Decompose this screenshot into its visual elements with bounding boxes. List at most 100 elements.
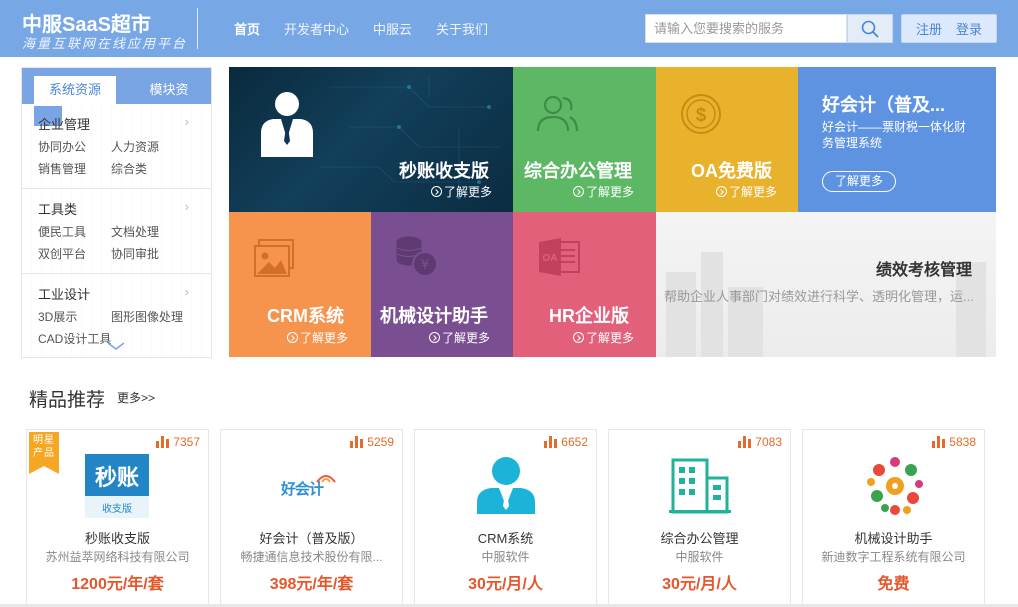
sidebar-link[interactable]: 人力资源 bbox=[111, 138, 159, 155]
product-price: 1200元/年/套 bbox=[71, 576, 164, 593]
count-value: 5259 bbox=[367, 435, 394, 449]
tile-miaozhang[interactable]: 秒账收支版 了解更多 bbox=[229, 67, 513, 212]
learn-more-label: 了解更多 bbox=[442, 331, 491, 345]
sidebar-link[interactable]: 文档处理 bbox=[111, 223, 159, 240]
sidebar-link[interactable]: 图形图像处理 bbox=[111, 308, 183, 325]
learn-more-button[interactable]: 了解更多 bbox=[822, 171, 896, 192]
businessman-icon bbox=[261, 92, 313, 157]
sidebar-link[interactable]: 3D展示 bbox=[38, 308, 77, 325]
more-link[interactable]: 更多>> bbox=[117, 389, 155, 406]
users-icon bbox=[536, 95, 579, 132]
learn-more-link[interactable]: 了解更多 bbox=[573, 183, 634, 200]
tile-oa-free[interactable]: $ OA免费版 了解更多 bbox=[656, 67, 798, 212]
tile-performance[interactable]: 绩效考核管理 帮助企业人事部门对绩效进行科学、透明化管理，运... bbox=[656, 212, 996, 357]
bar-chart-icon bbox=[738, 436, 752, 448]
arrow-circle-icon bbox=[573, 186, 584, 197]
learn-more-label: 了解更多 bbox=[300, 331, 349, 345]
search-input[interactable] bbox=[645, 14, 847, 43]
sidebar-link[interactable]: 销售管理 bbox=[38, 160, 86, 177]
sidebar-tabbar: 系统资源 模块资 bbox=[22, 68, 211, 104]
tile-title: HR企业版 bbox=[549, 306, 629, 326]
product-name[interactable]: 综合办公管理 bbox=[609, 528, 790, 547]
tab-module-resources[interactable]: 模块资 bbox=[125, 76, 211, 104]
sidebar-link[interactable]: 综合类 bbox=[111, 160, 147, 177]
tab-system-resources[interactable]: 系统资源 bbox=[34, 76, 116, 104]
popularity-count: 7357 bbox=[156, 435, 200, 449]
sidebar-group-title[interactable]: 工具类 bbox=[38, 199, 77, 218]
learn-more-label: 了解更多 bbox=[444, 185, 493, 199]
arrow-circle-icon bbox=[573, 332, 584, 343]
bar-chart-icon bbox=[156, 436, 170, 448]
bar-chart-icon bbox=[350, 436, 364, 448]
tile-title: 机械设计助手 bbox=[380, 306, 488, 326]
product-card[interactable]: 5838 机械设计助手 新迪数字工程系统有限公司 免费 bbox=[802, 429, 985, 607]
product-name[interactable]: CRM系统 bbox=[415, 528, 596, 547]
sidebar-link[interactable]: CAD设计工具 bbox=[38, 330, 111, 347]
office-doc-icon: OA bbox=[539, 238, 580, 276]
sidebar-divider bbox=[22, 273, 211, 274]
sidebar-divider bbox=[22, 188, 211, 189]
register-link[interactable]: 注册 bbox=[916, 19, 942, 38]
section-title: 精品推荐 bbox=[29, 390, 106, 411]
nav-developer-center[interactable]: 开发者中心 bbox=[284, 19, 349, 38]
arrow-circle-icon bbox=[429, 332, 440, 343]
tile-city-pattern bbox=[666, 252, 986, 357]
product-name[interactable]: 机械设计助手 bbox=[803, 528, 984, 547]
chevron-down-icon[interactable] bbox=[106, 341, 126, 351]
sidebar-link[interactable]: 协同审批 bbox=[111, 245, 159, 262]
login-link[interactable]: 登录 bbox=[956, 19, 982, 38]
product-price: 30元/月/人 bbox=[662, 576, 737, 593]
tile-title: 秒账收支版 bbox=[399, 161, 489, 181]
learn-more-link[interactable]: 了解更多 bbox=[716, 183, 777, 200]
tile-mechanical-design[interactable]: ¥ 机械设计助手 了解更多 bbox=[371, 212, 513, 357]
popularity-count: 5259 bbox=[350, 435, 394, 449]
nav-about-us[interactable]: 关于我们 bbox=[436, 19, 488, 38]
logo-subtitle: 海量互联网在线应用平台 bbox=[22, 37, 188, 52]
tile-crm[interactable]: CRM系统 了解更多 bbox=[229, 212, 371, 357]
product-vendor: 新迪数字工程系统有限公司 bbox=[821, 550, 966, 564]
ribbon-text: 明星产品 bbox=[33, 435, 55, 459]
tile-hr[interactable]: OA HR企业版 了解更多 bbox=[513, 212, 656, 357]
coins-icon: ¥ bbox=[396, 236, 438, 277]
count-value: 7357 bbox=[173, 435, 200, 449]
main-nav: 首页 开发者中心 中服云 关于我们 bbox=[234, 19, 488, 38]
nav-home[interactable]: 首页 bbox=[234, 19, 260, 38]
product-card[interactable]: 明星产品 7357 秒账 收支版 秒账收支版 苏州益萃网络科技有限公司 1200… bbox=[26, 429, 209, 607]
product-card[interactable]: 5259 好会计 好会计（普及版） 畅捷通信息技术股份有限... 398元/年/… bbox=[220, 429, 403, 607]
nav-zhongfu-cloud[interactable]: 中服云 bbox=[373, 19, 412, 38]
sidebar-link[interactable]: 双创平台 bbox=[38, 245, 86, 262]
learn-more-label: 了解更多 bbox=[586, 331, 635, 345]
tile-title: CRM系统 bbox=[267, 306, 344, 326]
header-divider bbox=[197, 8, 198, 49]
learn-more-label: 了解更多 bbox=[586, 185, 635, 199]
product-card[interactable]: 7083 综合办公管理 中服软件 30元/月/人 bbox=[608, 429, 791, 607]
arrow-circle-icon bbox=[716, 186, 727, 197]
sidebar-group-title[interactable]: 企业管理 bbox=[38, 114, 90, 133]
tile-title: 综合办公管理 bbox=[524, 161, 632, 181]
sidebar-link[interactable]: 协同办公 bbox=[38, 138, 86, 155]
product-vendor: 中服软件 bbox=[675, 550, 724, 564]
tile-office-management[interactable]: 综合办公管理 了解更多 bbox=[513, 67, 656, 212]
learn-more-link[interactable]: 了解更多 bbox=[429, 329, 490, 346]
learn-more-link[interactable]: 了解更多 bbox=[573, 329, 634, 346]
count-value: 5838 bbox=[949, 435, 976, 449]
sidebar-group-title[interactable]: 工业设计 bbox=[38, 284, 90, 303]
arrow-circle-icon bbox=[431, 186, 442, 197]
tile-title: 好会计（普及... bbox=[822, 95, 946, 115]
search-box bbox=[645, 14, 893, 43]
product-vendor: 苏州益萃网络科技有限公司 bbox=[45, 550, 190, 564]
chevron-right-icon: › bbox=[184, 199, 189, 214]
logo-text: 秒账 bbox=[94, 465, 139, 490]
tile-haokuaiji[interactable]: 好会计（普及... 好会计——票财税一体化财务管理系统 了解更多 bbox=[798, 67, 996, 212]
arrow-circle-icon bbox=[287, 332, 298, 343]
product-name[interactable]: 秒账收支版 bbox=[27, 528, 208, 547]
learn-more-link[interactable]: 了解更多 bbox=[287, 329, 348, 346]
learn-more-link[interactable]: 了解更多 bbox=[431, 183, 492, 200]
search-button[interactable] bbox=[847, 14, 893, 43]
sidebar-link[interactable]: 便民工具 bbox=[38, 223, 86, 240]
top-header: 中服SaaS超市 海量互联网在线应用平台 首页 开发者中心 中服云 关于我们 注… bbox=[0, 0, 1018, 57]
product-name[interactable]: 好会计（普及版） bbox=[221, 528, 402, 547]
product-card[interactable]: 6652 CRM系统 中服软件 30元/月/人 bbox=[414, 429, 597, 607]
product-vendor: 中服软件 bbox=[481, 550, 530, 564]
product-price: 30元/月/人 bbox=[468, 576, 543, 593]
